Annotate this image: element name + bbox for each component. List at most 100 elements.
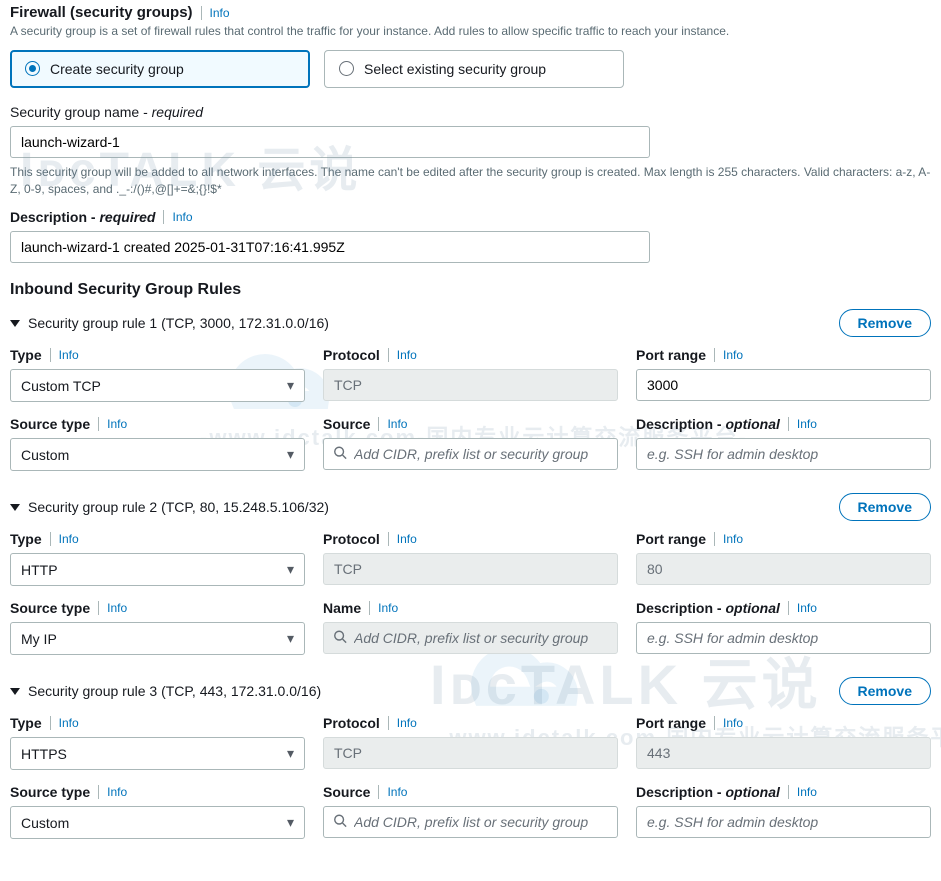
collapse-toggle-icon[interactable] (10, 504, 20, 511)
separator (98, 417, 99, 431)
info-link[interactable]: Info (387, 785, 407, 799)
protocol-label: Protocol (323, 715, 380, 731)
info-link[interactable]: Info (723, 348, 743, 362)
security-group-name-input[interactable] (10, 126, 650, 158)
description-label: Description - required (10, 209, 155, 225)
radio-label: Create security group (50, 61, 184, 77)
separator (98, 601, 99, 615)
sg-name-helper: This security group will be added to all… (10, 164, 931, 198)
type-label: Type (10, 531, 42, 547)
separator (788, 417, 789, 431)
info-link[interactable]: Info (172, 210, 192, 224)
info-link[interactable]: Info (797, 417, 817, 431)
type-select[interactable]: Custom TCP ▾ (10, 369, 305, 402)
separator (98, 785, 99, 799)
type-select[interactable]: HTTP ▾ (10, 553, 305, 586)
rule-description-input[interactable] (636, 438, 931, 470)
protocol-input (323, 553, 618, 585)
info-link[interactable]: Info (723, 532, 743, 546)
source-label: Source (323, 784, 370, 800)
source-input[interactable] (323, 438, 618, 470)
port-range-input (636, 553, 931, 585)
rule-description-input[interactable] (636, 622, 931, 654)
info-link[interactable]: Info (107, 785, 127, 799)
description-optional-label: Description - optional (636, 600, 780, 616)
info-link[interactable]: Info (59, 716, 79, 730)
description-input[interactable] (10, 231, 650, 263)
rule-title: Security group rule 1 (TCP, 3000, 172.31… (28, 315, 329, 331)
separator (50, 716, 51, 730)
source-input (323, 622, 618, 654)
separator (378, 417, 379, 431)
source-type-select[interactable]: Custom ▾ (10, 806, 305, 839)
source-label: Name (323, 600, 361, 616)
port-range-label: Port range (636, 531, 706, 547)
info-link[interactable]: Info (397, 532, 417, 546)
security-group-rule: Security group rule 2 (TCP, 80, 15.248.5… (10, 493, 931, 655)
description-optional-label: Description - optional (636, 416, 780, 432)
inbound-rules-heading: Inbound Security Group Rules (10, 281, 931, 299)
info-link[interactable]: Info (397, 348, 417, 362)
info-link[interactable]: Info (107, 417, 127, 431)
chevron-down-icon: ▾ (287, 814, 294, 831)
source-label: Source (323, 416, 370, 432)
info-link[interactable]: Info (797, 785, 817, 799)
info-link[interactable]: Info (107, 601, 127, 615)
separator (378, 785, 379, 799)
info-link[interactable]: Info (723, 716, 743, 730)
separator (714, 348, 715, 362)
separator (388, 716, 389, 730)
source-type-label: Source type (10, 416, 90, 432)
chevron-down-icon: ▾ (287, 377, 294, 394)
type-label: Type (10, 715, 42, 731)
remove-button[interactable]: Remove (839, 309, 931, 337)
source-type-select[interactable]: My IP ▾ (10, 622, 305, 655)
description-optional-label: Description - optional (636, 784, 780, 800)
radio-create-security-group[interactable]: Create security group (10, 50, 310, 88)
info-link[interactable]: Info (797, 601, 817, 615)
source-input[interactable] (323, 806, 618, 838)
protocol-label: Protocol (323, 531, 380, 547)
port-range-input[interactable] (636, 369, 931, 401)
separator (50, 532, 51, 546)
radio-label: Select existing security group (364, 61, 546, 77)
info-link[interactable]: Info (387, 417, 407, 431)
info-link[interactable]: Info (378, 601, 398, 615)
radio-select-existing-security-group[interactable]: Select existing security group (324, 50, 624, 88)
security-group-rule: Security group rule 3 (TCP, 443, 172.31.… (10, 677, 931, 839)
info-link[interactable]: Info (397, 716, 417, 730)
separator (388, 532, 389, 546)
info-link[interactable]: Info (59, 348, 79, 362)
port-range-label: Port range (636, 715, 706, 731)
type-select[interactable]: HTTPS ▾ (10, 737, 305, 770)
port-range-input (636, 737, 931, 769)
separator (201, 6, 202, 20)
collapse-toggle-icon[interactable] (10, 320, 20, 327)
separator (369, 601, 370, 615)
remove-button[interactable]: Remove (839, 493, 931, 521)
source-type-select[interactable]: Custom ▾ (10, 438, 305, 471)
sg-name-label: Security group name - required (10, 104, 203, 120)
rule-title: Security group rule 2 (TCP, 80, 15.248.5… (28, 499, 329, 515)
info-link[interactable]: Info (210, 6, 230, 20)
separator (163, 210, 164, 224)
source-type-label: Source type (10, 600, 90, 616)
search-icon (333, 446, 347, 463)
chevron-down-icon: ▾ (287, 630, 294, 647)
separator (788, 785, 789, 799)
chevron-down-icon: ▾ (287, 446, 294, 463)
remove-button[interactable]: Remove (839, 677, 931, 705)
firewall-title: Firewall (security groups) (10, 4, 193, 21)
radio-icon (339, 61, 354, 76)
separator (714, 716, 715, 730)
chevron-down-icon: ▾ (287, 745, 294, 762)
security-group-rule: Security group rule 1 (TCP, 3000, 172.31… (10, 309, 931, 471)
rule-description-input[interactable] (636, 806, 931, 838)
separator (388, 348, 389, 362)
info-link[interactable]: Info (59, 532, 79, 546)
protocol-input (323, 369, 618, 401)
firewall-subtext: A security group is a set of firewall ru… (10, 23, 931, 40)
source-type-label: Source type (10, 784, 90, 800)
collapse-toggle-icon[interactable] (10, 688, 20, 695)
search-icon (333, 814, 347, 831)
